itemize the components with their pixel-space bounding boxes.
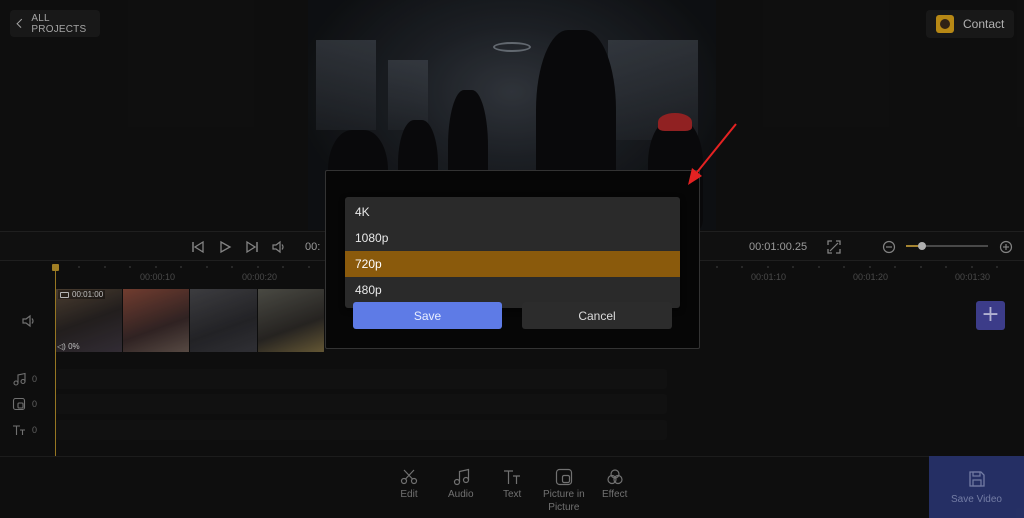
save-button[interactable]: Save xyxy=(353,302,502,329)
resolution-option-480p[interactable]: 480p xyxy=(345,277,680,303)
resolution-option-4k[interactable]: 4K xyxy=(345,199,680,225)
resolution-option-1080p[interactable]: 1080p xyxy=(345,225,680,251)
cancel-button[interactable]: Cancel xyxy=(522,302,672,329)
resolution-option-720p[interactable]: 720p xyxy=(345,251,680,277)
resolution-dropdown[interactable]: 4K 1080p 720p 480p xyxy=(345,197,680,308)
annotation-arrow-icon xyxy=(688,123,737,185)
